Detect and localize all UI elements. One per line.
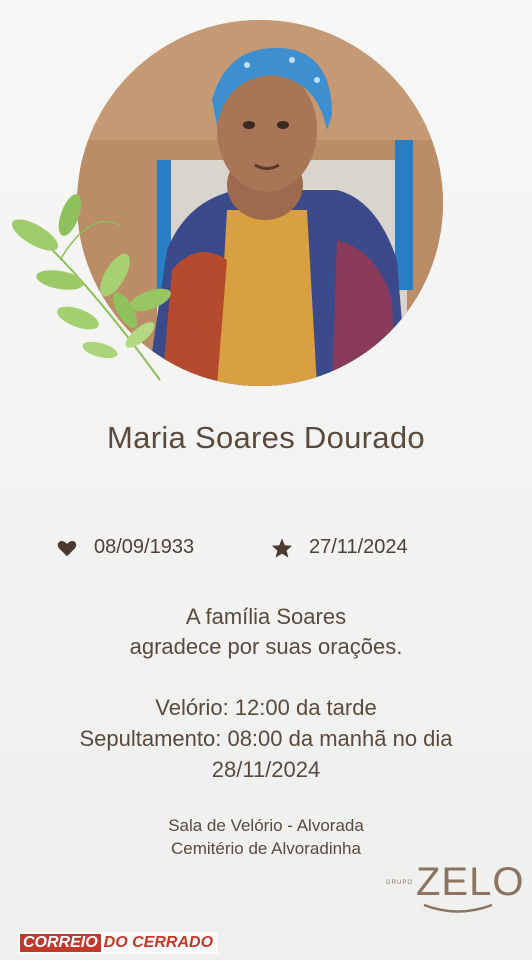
death-date: 27/11/2024 bbox=[309, 536, 408, 558]
birth-date: 08/09/1933 bbox=[94, 536, 195, 558]
dates-row: 08/09/1933 27/11/2024 bbox=[0, 536, 532, 568]
wake-hall: Sala de Velório - Alvorada bbox=[168, 816, 364, 835]
cemetery-name: Cemitério de Alvoradinha bbox=[171, 839, 361, 858]
ceremony-info: Velório: 12:00 da tarde Sepultamento: 08… bbox=[0, 692, 532, 785]
watermark-part1: CORREIO bbox=[20, 934, 101, 952]
star-icon bbox=[271, 537, 293, 559]
wake-time: Velório: 12:00 da tarde bbox=[155, 695, 377, 720]
grupo-zelo-logo: GRUPO ZELO bbox=[384, 858, 523, 918]
zelo-logo-word: ZELO bbox=[416, 860, 525, 904]
birth-date-item: 08/09/1933 bbox=[56, 536, 194, 559]
zelo-logo-small-text: GRUPO bbox=[386, 880, 414, 886]
zelo-smile-mark bbox=[423, 903, 493, 913]
burial-time: Sepultamento: 08:00 da manhã no dia bbox=[79, 726, 453, 751]
watermark-part2: DO CERRADO bbox=[103, 934, 214, 951]
heart-icon bbox=[56, 537, 78, 559]
family-message-line1: A família Soares bbox=[185, 604, 347, 629]
family-message: A família Soares agradece por suas oraçõ… bbox=[0, 602, 532, 662]
death-date-item: 27/11/2024 bbox=[271, 536, 408, 559]
correio-do-cerrado-watermark: CORREIO DO CERRADO bbox=[18, 932, 219, 954]
deceased-name: Maria Soares Dourado bbox=[107, 420, 425, 455]
obituary-card: Maria Soares Dourado 08/09/1933 27/11/20… bbox=[0, 0, 532, 960]
leaf-branch-decoration bbox=[11, 194, 171, 381]
burial-date: 28/11/2024 bbox=[211, 757, 321, 782]
location-info: Sala de Velório - Alvorada Cemitério de … bbox=[0, 814, 532, 860]
family-message-line2: agradece por suas orações. bbox=[129, 634, 403, 659]
